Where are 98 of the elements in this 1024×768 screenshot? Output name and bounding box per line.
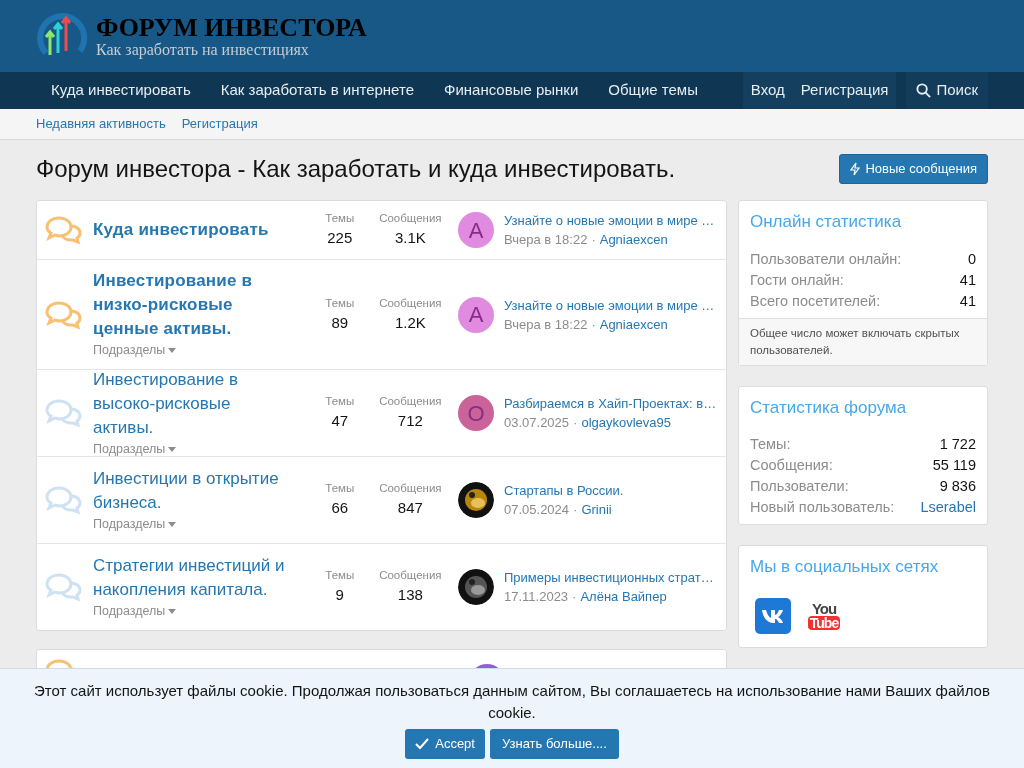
chat-bubbles-icon: [45, 572, 83, 602]
last-post-user[interactable]: Agniaexcen: [599, 230, 668, 249]
stat-label: Темы: [325, 394, 355, 410]
accept-button[interactable]: Accept: [405, 729, 485, 759]
check-icon: [415, 738, 430, 750]
last-post-user[interactable]: Алёна Вайпер: [580, 587, 667, 606]
stat-label: Гости онлайн:: [750, 270, 844, 290]
stat-value: 55 119: [932, 456, 976, 475]
stat-value: 0: [967, 249, 976, 269]
page-title: Форум инвестора - Как заработать и куда инвестировать.: [36, 154, 676, 184]
caret-icon: [168, 348, 177, 353]
new-posts-button[interactable]: Новые сообщения: [839, 154, 988, 184]
subforums-toggle[interactable]: Подразделы: [93, 514, 289, 534]
forum-title[interactable]: Инвестиции в открытие бизнеса.: [93, 466, 289, 515]
stat-value: 41: [959, 291, 976, 311]
logo-title: ФОРУМ ИНВЕСТОРА: [96, 14, 367, 41]
card-footer: Общее число может включать скрытых пользователей.: [739, 317, 987, 365]
stat-value: 66: [331, 498, 349, 519]
separator-dot: ·: [573, 501, 578, 519]
chat-bubbles-icon: [45, 215, 83, 245]
user-avatar[interactable]: A: [458, 296, 494, 333]
search-button[interactable]: Поиск: [906, 72, 988, 109]
stat-value: 9: [335, 585, 344, 606]
stat-value: 47: [331, 411, 349, 432]
stat-label: Всего посетителей:: [750, 291, 881, 311]
subforums-toggle[interactable]: Подразделы: [93, 341, 289, 360]
card-title: Статистика форума: [749, 396, 908, 419]
user-link[interactable]: Lserabel: [920, 497, 976, 518]
last-post-date: Вчера в 18:22: [504, 231, 588, 249]
account-link[interactable]: Вход: [742, 72, 793, 109]
card-title: Онлайн статистика: [749, 211, 903, 233]
stat-label: Пользователи онлайн:: [750, 249, 902, 269]
stat-value: 41: [959, 270, 976, 290]
vk-icon[interactable]: [755, 597, 791, 634]
last-post-date: 03.07.2025: [504, 414, 570, 432]
user-avatar[interactable]: A: [458, 212, 494, 248]
forum-title[interactable]: Инвестирование в высоко-рисковые активы.: [93, 367, 289, 440]
stat-value: 712: [397, 411, 423, 432]
last-post-date: Вчера в 18:22: [504, 315, 588, 334]
card-title: Мы в социальных сетях: [749, 556, 940, 578]
last-post-user[interactable]: Agniaexcen: [599, 314, 668, 334]
stat-label: Сообщения: [379, 211, 442, 227]
stat-value: 1.2K: [394, 312, 426, 333]
nav-tab[interactable]: Общие темы: [593, 72, 713, 109]
lightning-icon: [850, 162, 861, 176]
last-post-date: 07.05.2024: [504, 501, 570, 519]
stat-label: Темы:: [750, 435, 791, 454]
account-link[interactable]: Регистрация: [792, 72, 897, 109]
stat-label: Сообщения: [379, 394, 442, 410]
caret-icon: [168, 608, 177, 614]
stat-label: Темы: [325, 481, 355, 497]
nav-tab[interactable]: Финансовые рынки: [429, 72, 594, 109]
logo-subtitle: Как заработать на инвестициях: [96, 41, 310, 58]
stat-value: 3.1K: [394, 228, 426, 249]
separator-dot: ·: [591, 315, 596, 334]
last-post-user[interactable]: olgaykovleva95: [581, 413, 672, 432]
last-post-title[interactable]: Стартапы в России.: [504, 481, 718, 500]
caret-icon: [168, 521, 177, 527]
stat-label: Темы: [325, 568, 355, 584]
last-post-user[interactable]: Grinii: [581, 500, 612, 519]
cookie-notice: Этот сайт использует файлы cookie. Продолжая пользоваться данным сайтом, Вы соглашаетесь на использование нами Ваших файлов cookie.: [33, 681, 991, 723]
forum-title[interactable]: Инвестирование в низко-рисковые ценные активы.: [93, 269, 289, 342]
last-post-title[interactable]: Разбираемся в Хайп-Проектах: в…: [504, 394, 718, 413]
stat-label: Пользователи:: [750, 477, 849, 496]
separator-dot: ·: [572, 588, 577, 606]
stat-label: Новый пользователь:: [750, 498, 895, 517]
subforums-toggle[interactable]: Подразделы: [93, 439, 289, 459]
last-post-date: 17.11.2023: [504, 588, 569, 606]
stat-label: Сообщения: [379, 481, 442, 497]
stat-value: 138: [397, 585, 423, 606]
stat-value: 9 836: [939, 477, 976, 496]
stat-label: Сообщения: [379, 295, 442, 311]
forum-title[interactable]: Куда инвестировать: [93, 218, 289, 242]
separator-dot: ·: [573, 414, 578, 432]
forum-title[interactable]: Стратегии инвестиций и накопления капитала.: [93, 553, 289, 602]
nav-tab[interactable]: Как заработать в интернете: [205, 72, 429, 109]
sub-nav-link[interactable]: Регистрация: [181, 114, 258, 134]
search-icon: [916, 83, 932, 98]
separator-dot: ·: [591, 231, 596, 249]
stat-label: Темы: [325, 211, 355, 227]
nav-tab[interactable]: Куда инвестировать: [36, 72, 206, 109]
caret-icon: [168, 446, 177, 452]
stat-value: 225: [327, 228, 353, 249]
stat-value: 1 722: [939, 435, 976, 454]
stat-value: 847: [397, 498, 423, 519]
chat-bubbles-icon: [45, 299, 83, 330]
chat-bubbles-icon: [45, 398, 83, 428]
last-post-title[interactable]: Узнайте о новые эмоции в мире …: [504, 211, 718, 230]
last-post-title[interactable]: Узнайте о новые эмоции в мире …: [504, 295, 718, 315]
chat-bubbles-icon: [45, 485, 83, 515]
stat-value: 89: [331, 312, 349, 333]
stat-label: Сообщения: [379, 568, 442, 584]
sub-nav-link[interactable]: Недавняя активность: [36, 114, 166, 134]
learn-more-button[interactable]: Узнать больше....: [489, 729, 619, 759]
last-post-title[interactable]: Примеры инвестиционных страт…: [504, 568, 718, 587]
subforums-toggle[interactable]: Подразделы: [93, 601, 289, 621]
stat-label: Темы: [325, 295, 355, 311]
stat-label: Сообщения:: [750, 456, 833, 475]
